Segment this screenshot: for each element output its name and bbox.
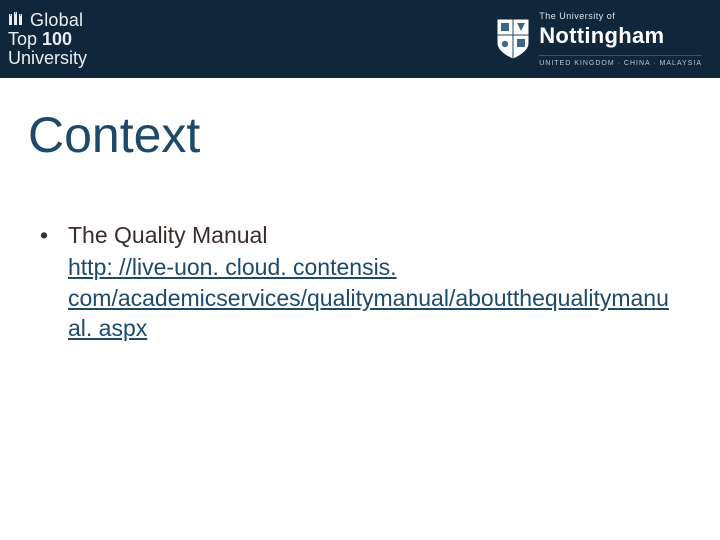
university-text: The University of Nottingham UNITED KING… (539, 11, 702, 67)
bullet-text: The Quality Manual (68, 220, 680, 250)
quality-manual-link[interactable]: http: //live-uon. cloud. contensis. com/… (68, 254, 669, 341)
university-logo: The University of Nottingham UNITED KING… (495, 11, 702, 67)
ranking-line2-number: 100 (42, 29, 72, 49)
ranking-line1: Global (30, 10, 83, 30)
ranking-line3: University (8, 49, 87, 68)
header-separator (0, 78, 720, 84)
castle-icon (8, 10, 24, 30)
university-campuses: UNITED KINGDOM · CHINA · MALAYSIA (539, 55, 702, 67)
header-bar: Global Top 100 University (0, 0, 720, 78)
shield-icon (495, 17, 531, 61)
ranking-badge: Global Top 100 University (8, 10, 87, 68)
slide: Global Top 100 University (0, 0, 720, 540)
university-prefix: The University of (539, 11, 702, 21)
bullet-item: • The Quality Manual http: //live-uon. c… (40, 220, 680, 343)
university-name: Nottingham (539, 23, 702, 49)
bullet-content: The Quality Manual http: //live-uon. clo… (68, 220, 680, 343)
slide-body: • The Quality Manual http: //live-uon. c… (40, 220, 680, 343)
bullet-marker: • (40, 220, 68, 343)
slide-title: Context (28, 106, 720, 164)
ranking-line2-prefix: Top (8, 29, 42, 49)
